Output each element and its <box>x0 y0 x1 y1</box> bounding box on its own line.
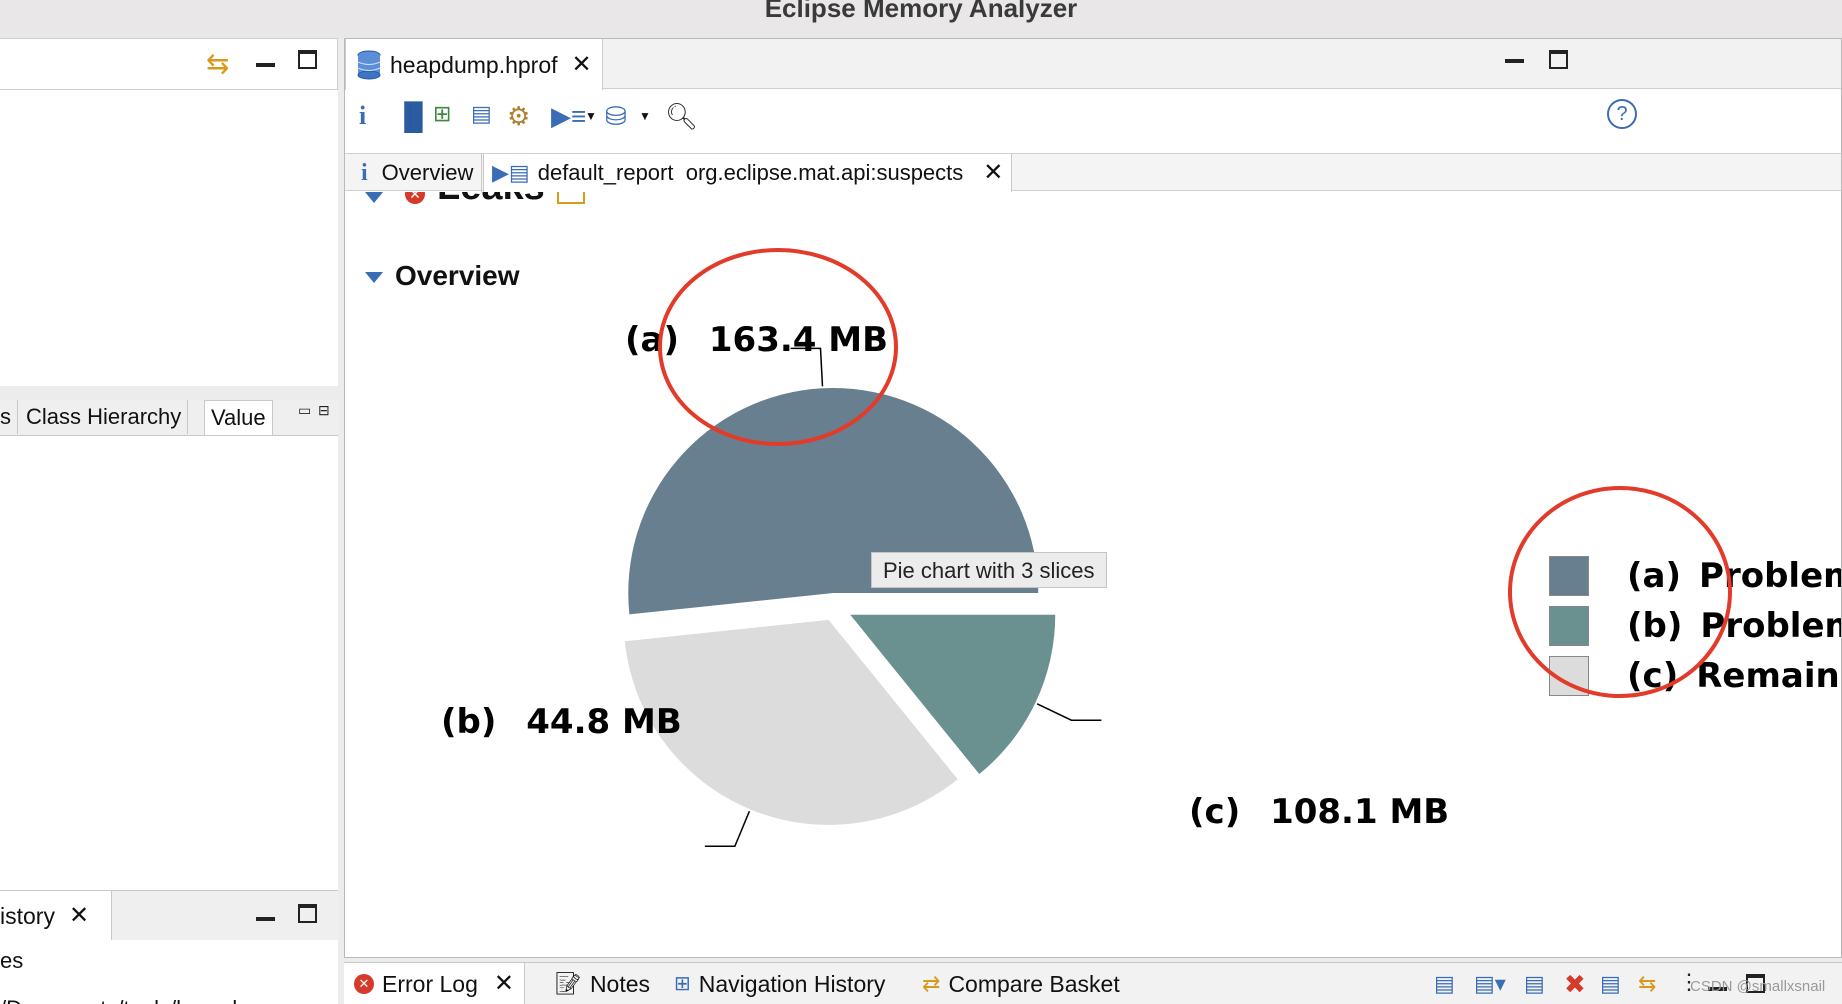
history-item[interactable]: /Documents/tools/heapdump <box>0 996 280 1004</box>
legend-swatch-a <box>1549 556 1589 596</box>
history-maximize-button[interactable] <box>298 903 317 929</box>
legend-swatch-b <box>1549 606 1589 646</box>
tab-overview-label: Overview <box>381 160 474 185</box>
report-tabbar: i Overview ▶▤ default_report org.eclipse… <box>345 153 1841 192</box>
inspector-value-area <box>0 436 338 890</box>
tab-navigation-history-label: Navigation History <box>698 971 886 997</box>
inspector-tabbar: s Class Hierarchy Value ▭ ⊟ <box>0 400 338 436</box>
oql-icon[interactable]: ▤ <box>471 101 492 127</box>
tab-error-log[interactable]: ✕ Error Log ✕ <box>344 963 525 1004</box>
help-icon[interactable]: ? <box>1607 99 1637 129</box>
slice-c-value: 108.1 MB <box>1270 792 1450 832</box>
tab-value[interactable]: Value <box>204 400 273 435</box>
run-report-icon[interactable]: ▶≡ <box>551 101 586 132</box>
history-item[interactable]: es <box>0 948 23 974</box>
editor-maximize-button[interactable] <box>1549 49 1568 75</box>
tab-error-log-label: Error Log <box>382 971 478 997</box>
export-icon[interactable]: ▤ <box>1434 971 1455 997</box>
window-title-bar: Eclipse Memory Analyzer <box>0 0 1842 38</box>
tab-heapdump[interactable]: heapdump.hprof ✕ <box>345 39 603 90</box>
left-inspector-area <box>0 90 338 386</box>
tab-compare-basket-label: Compare Basket <box>948 971 1120 997</box>
watermark: CSDN @smallxsnail <box>1690 978 1826 995</box>
tab-class-hierarchy[interactable]: Class Hierarchy <box>20 400 189 434</box>
delete-log-icon[interactable]: ✖ <box>1564 969 1586 1000</box>
maximize-button[interactable] <box>298 49 317 75</box>
legend-letter-b: (b) <box>1627 606 1683 646</box>
mini-minimize-button[interactable]: ▭ <box>298 402 311 419</box>
legend-letter-c: (c) <box>1627 656 1679 696</box>
settings-gear-icon[interactable]: ⚙ <box>507 101 530 132</box>
tab-history-label: istory <box>0 903 55 929</box>
history-minimize-button[interactable] <box>256 905 275 931</box>
minimize-button[interactable] <box>256 51 275 77</box>
navigation-tree-icon: ⊞ <box>674 973 691 995</box>
restore-log-icon[interactable]: ⇆ <box>1638 971 1656 997</box>
clear-log-icon[interactable]: ▤ <box>1524 971 1545 997</box>
legend-letter-a: (a) <box>1627 556 1682 596</box>
info-icon: i <box>361 160 368 186</box>
legend-text-c: Remaind <box>1696 656 1841 696</box>
bottom-view-tabbar: ✕ Error Log ✕ 📝︎ Notes ⊞ Navigation Hist… <box>344 962 1842 1004</box>
tab-overview[interactable]: i Overview <box>353 154 483 192</box>
close-icon[interactable]: ✕ <box>572 40 592 90</box>
search-icon[interactable]: 🔍︎ <box>665 101 698 132</box>
open-log-icon[interactable]: ▤ <box>1600 971 1621 997</box>
slice-c-label: (c) 108.1 MB <box>1189 792 1449 832</box>
close-icon[interactable]: ✕ <box>983 154 1003 192</box>
database-settings-icon[interactable]: ⛁ <box>605 101 627 132</box>
editor-area: heapdump.hprof ✕ i ▐▌ ⊞ ▤ ⚙ ▶≡ ▼ ⛁ ▼ 🔍︎ … <box>344 38 1842 958</box>
leader-line-c <box>704 810 751 848</box>
legend-text-a: Problem <box>1699 556 1841 596</box>
left-column: ⇆ s Class Hierarchy Value ▭ ⊟ istory ✕ e… <box>0 38 338 1004</box>
tab-default-report-label: default_report org.eclipse.mat.api:suspe… <box>537 160 964 185</box>
dominator-tree-icon[interactable]: ⊞ <box>433 101 451 127</box>
tab-notes[interactable]: 📝︎ Notes <box>554 963 650 1004</box>
editor-minimize-button[interactable] <box>1505 47 1524 73</box>
slice-a-value: 163.4 MB <box>708 320 889 360</box>
tab-compare-basket[interactable]: ⇄ Compare Basket <box>922 963 1120 1004</box>
legend-swatch-c <box>1549 656 1589 696</box>
compare-basket-icon: ⇄ <box>922 971 941 996</box>
editor-toolbar: i ▐▌ ⊞ ▤ ⚙ ▶≡ ▼ ⛁ ▼ 🔍︎ ? <box>345 91 1841 143</box>
filter-icon[interactable]: ▤▾ <box>1474 971 1506 997</box>
slice-a-label: (a) 163.4 MB <box>625 320 888 360</box>
tab-notes-label: Notes <box>589 971 651 997</box>
legend-item-c: (c) Remaind <box>1549 656 1841 696</box>
tab-navigation-history[interactable]: ⊞ Navigation History <box>674 963 885 1004</box>
legend-item-a: (a) Problem <box>1549 556 1841 596</box>
notes-icon: 📝︎ <box>554 971 582 996</box>
report-icon: ▶▤ <box>492 160 530 185</box>
tab-history[interactable]: istory ✕ <box>0 891 112 941</box>
slice-c-letter: (c) <box>1189 792 1241 832</box>
database-icon <box>357 50 381 79</box>
tab-default-report[interactable]: ▶▤ default_report org.eclipse.mat.api:su… <box>483 154 1013 192</box>
close-icon[interactable]: ✕ <box>69 891 89 941</box>
chart-tooltip: Pie chart with 3 slices <box>871 552 1107 588</box>
history-list: es /Documents/tools/heapdump <box>0 940 338 1004</box>
dropdown-arrow-icon[interactable]: ▼ <box>639 109 651 123</box>
left-top-panel: ⇆ <box>0 38 338 90</box>
leader-line-b <box>1036 703 1102 721</box>
slice-b-value: 44.8 MB <box>526 702 682 742</box>
link-with-editor-icon[interactable]: ⇆ <box>206 47 229 80</box>
tab-heapdump-label: heapdump.hprof <box>390 51 558 78</box>
window-title: Eclipse Memory Analyzer <box>764 0 1078 23</box>
tab-partial[interactable]: s <box>0 400 18 434</box>
history-tabbar: istory ✕ <box>0 890 338 941</box>
histogram-icon[interactable]: ▐▌ <box>395 101 432 132</box>
error-log-icon: ✕ <box>354 974 374 994</box>
report-content: ✕ Leaks Overview (a) 163.4 MB (b) 44.8 M… <box>345 192 1841 957</box>
info-icon[interactable]: i <box>359 101 366 131</box>
slice-a-letter: (a) <box>625 320 680 360</box>
legend-text-b: Problem <box>1700 606 1841 646</box>
slice-b-letter: (b) <box>441 702 497 742</box>
close-icon[interactable]: ✕ <box>494 963 514 1004</box>
legend-item-b: (b) Problem <box>1549 606 1841 646</box>
dropdown-arrow-icon[interactable]: ▼ <box>585 109 597 123</box>
mini-maximize-button[interactable]: ⊟ <box>318 402 330 419</box>
editor-tabbar: heapdump.hprof ✕ <box>345 39 1841 90</box>
slice-b-label: (b) 44.8 MB <box>441 702 682 742</box>
